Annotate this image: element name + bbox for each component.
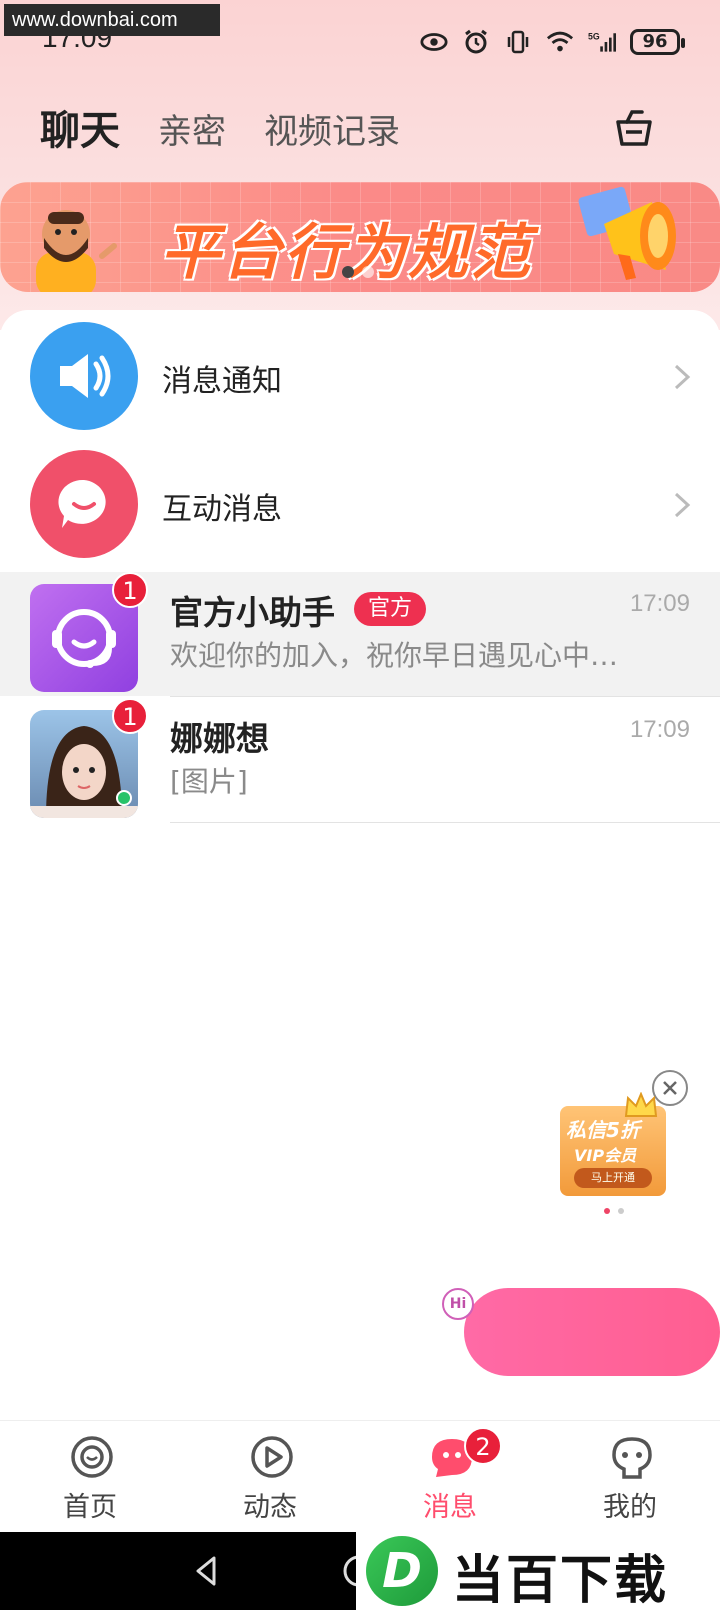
nav-unread-badge: 2	[464, 1427, 502, 1465]
vip-dot-active	[604, 1208, 610, 1214]
chevron-right-icon	[674, 492, 691, 518]
conversation-preview: [图片]	[170, 765, 248, 798]
nav-feed[interactable]: 动态	[210, 1421, 330, 1533]
conversation-name: 官方小助手	[170, 593, 335, 632]
divider	[170, 696, 720, 697]
banner-dot-active	[342, 266, 354, 278]
eye-icon	[420, 28, 448, 56]
nav-label: 我的	[603, 1492, 657, 1523]
site-logo: D 当百下载	[356, 1532, 720, 1610]
vip-promo-subtitle: VIP会员	[574, 1146, 637, 1165]
top-tabs: 聊天 亲密 视频记录	[0, 96, 720, 162]
logo-letter: D	[366, 1536, 438, 1606]
megaphone-icon	[578, 186, 676, 280]
conversation-row[interactable]: 1 娜娜想 [图片] 17:09	[0, 698, 720, 822]
profile-icon	[612, 1437, 652, 1479]
tab-chat[interactable]: 聊天	[40, 98, 120, 156]
vip-pager	[604, 1208, 624, 1214]
nav-label: 动态	[243, 1492, 297, 1523]
unread-badge: 1	[112, 572, 148, 608]
nav-profile[interactable]: 我的	[570, 1421, 690, 1533]
notice-label: 消息通知	[162, 364, 282, 399]
speaker-icon	[30, 322, 138, 430]
vip-open-button[interactable]: 马上开通	[574, 1168, 652, 1188]
banner-pager	[342, 266, 374, 278]
notice-label: 互动消息	[162, 492, 282, 527]
banner-dot	[362, 266, 374, 278]
nav-home[interactable]: 首页	[30, 1421, 150, 1533]
message-list-card: 消息通知 互动消息 1 官方小助手 官方 欢迎你的加入，祝你早日遇见心中… 17…	[0, 310, 720, 1410]
conversation-time: 17:09	[629, 716, 690, 743]
status-icons: 5G 96	[420, 26, 685, 58]
nav-messages[interactable]: 2 消息	[390, 1421, 510, 1533]
official-tag: 官方	[354, 592, 427, 626]
chevron-right-icon	[674, 364, 691, 390]
online-status-dot	[116, 790, 132, 806]
divider	[170, 822, 720, 823]
nav-label: 首页	[63, 1492, 117, 1523]
unread-badge: 1	[112, 698, 148, 734]
hi-button[interactable]	[464, 1288, 720, 1376]
play-icon	[251, 1436, 293, 1478]
tab-video-records[interactable]: 视频记录	[264, 104, 400, 153]
alarm-icon	[462, 28, 490, 56]
vip-promo-card[interactable]: 私信5折 VIP会员 马上开通	[560, 1106, 666, 1196]
signal-5g-icon: 5G	[588, 28, 616, 56]
vip-promo-title: 私信5折	[566, 1118, 640, 1142]
bottom-nav: 首页 动态 2 消息 我的	[0, 1420, 720, 1532]
conversation-row[interactable]: 1 官方小助手 官方 欢迎你的加入，祝你早日遇见心中… 17:09	[0, 572, 720, 696]
notice-row-system[interactable]: 消息通知	[0, 310, 720, 430]
svg-text:5G: 5G	[588, 31, 600, 41]
home-target-icon	[71, 1436, 113, 1478]
wifi-icon	[546, 28, 574, 56]
conversation-name: 娜娜想	[170, 719, 269, 758]
nav-label: 消息	[423, 1492, 477, 1523]
battery-icon: 96	[630, 29, 685, 55]
conversation-preview: 欢迎你的加入，祝你早日遇见心中…	[170, 639, 619, 672]
vip-dot	[618, 1208, 624, 1214]
crown-icon	[624, 1092, 658, 1117]
vibrate-icon	[504, 28, 532, 56]
basket-icon[interactable]	[612, 106, 656, 150]
back-icon[interactable]	[190, 1554, 224, 1588]
hi-bubble: Hi	[442, 1288, 474, 1320]
banner[interactable]: 平台行为规范	[0, 182, 720, 292]
logo-text: 当百下载	[452, 1551, 669, 1610]
notice-row-interaction[interactable]: 互动消息	[0, 438, 720, 558]
conversation-time: 17:09	[629, 590, 690, 617]
watermark: www.downbai.com	[4, 4, 220, 36]
tab-intimate[interactable]: 亲密	[158, 104, 226, 153]
chat-bubble-icon	[30, 450, 138, 558]
mascot-icon	[36, 210, 117, 292]
